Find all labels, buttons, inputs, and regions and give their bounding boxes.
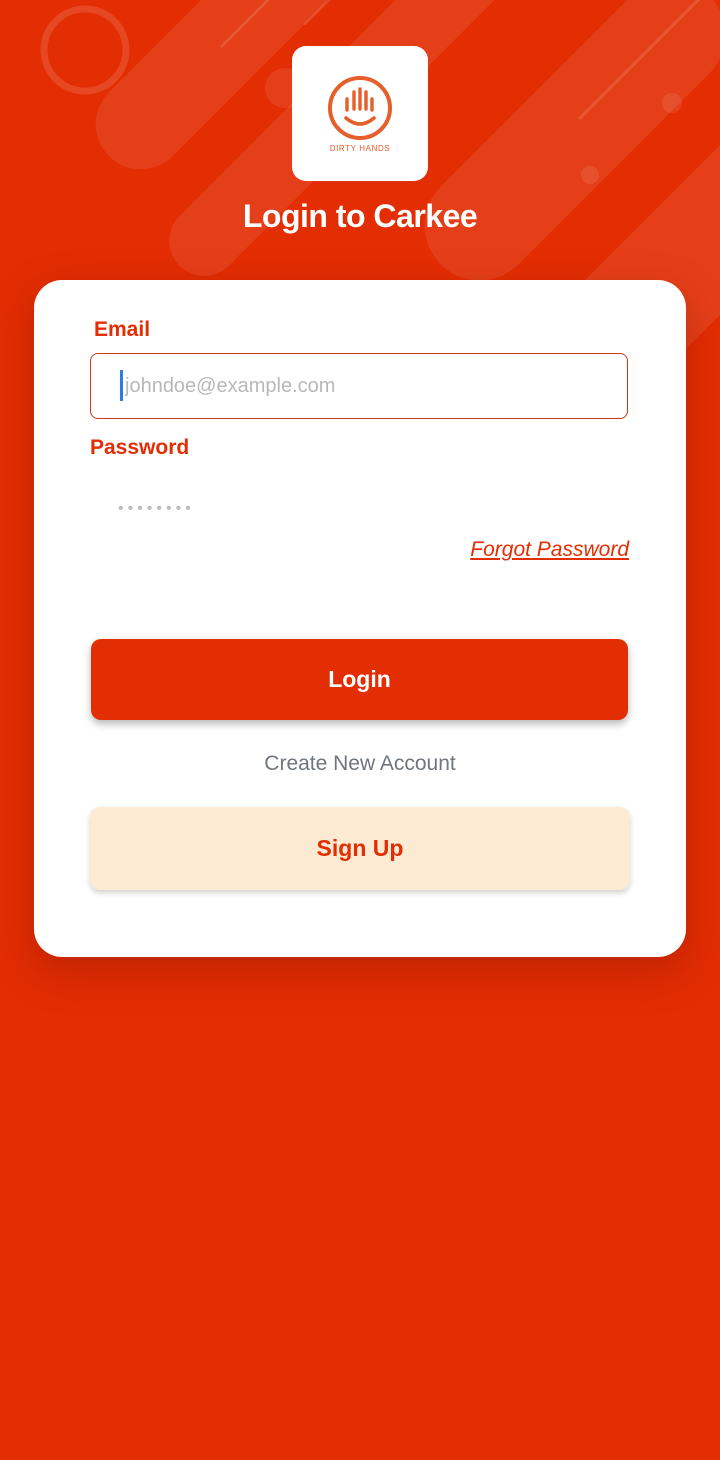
sign-up-button[interactable]: Sign Up [90, 807, 630, 890]
text-cursor [120, 370, 123, 401]
app-logo: DIRTY HANDS [292, 46, 428, 181]
password-field[interactable] [90, 476, 628, 542]
login-button[interactable]: Login [91, 639, 628, 720]
page-title: Login to Carkee [242, 198, 478, 234]
forgot-password-link[interactable]: Forgot Password [470, 538, 629, 562]
email-label: Email [94, 318, 151, 341]
logo-text: DIRTY HANDS [329, 144, 391, 153]
smiley-hand-logo-icon [328, 76, 392, 140]
create-account-text: Create New Account [264, 752, 456, 775]
password-label: Password [90, 436, 190, 459]
login-card: Email Password Forgot Password Login Cre… [34, 280, 686, 957]
email-field[interactable] [90, 353, 628, 419]
